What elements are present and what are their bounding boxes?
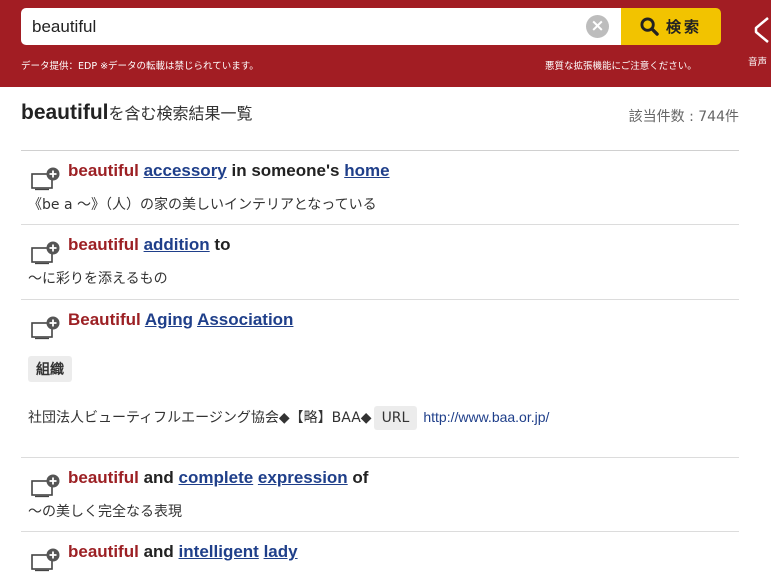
entry-title: beautiful accessory in someone's home <box>68 161 390 181</box>
entry-title: beautiful and intelligent lady <box>68 542 298 562</box>
results-keyword: beautiful <box>21 101 109 124</box>
search-button[interactable]: 検索 <box>621 8 721 45</box>
add-to-wordbook-icon[interactable] <box>31 241 61 265</box>
title-text: to <box>214 235 231 254</box>
entry-title: beautiful addition to <box>68 235 230 255</box>
entry-description: ～に彩りを添えるもの <box>28 271 168 287</box>
result-count: 該当件数 : 744件 <box>628 109 739 125</box>
title-text: and <box>143 468 174 487</box>
url-link[interactable]: http://www.baa.or.jp/ <box>423 409 549 425</box>
extension-warning-link[interactable]: 悪質な拡張機能にご注意ください。 <box>545 58 697 72</box>
title-word-link[interactable]: addition <box>144 235 210 254</box>
entry-title: beautiful and complete expression of <box>68 468 368 488</box>
header-bar: × 検索 データ提供：EDP ※データの転載は禁じられています。 悪質な拡張機能… <box>0 0 771 87</box>
title-text: of <box>352 468 369 487</box>
title-keyword: beautiful <box>68 468 139 487</box>
result-entry: beautiful and intelligent lady <box>21 532 739 572</box>
title-word-link[interactable]: home <box>344 161 389 180</box>
add-to-wordbook-icon[interactable] <box>31 548 61 572</box>
add-to-wordbook-icon[interactable] <box>31 167 61 191</box>
result-entry: beautiful accessory in someone's home 《b… <box>21 151 739 225</box>
title-word-link[interactable]: complete <box>179 468 254 487</box>
title-word-link[interactable]: lady <box>264 542 298 561</box>
speaker-icon <box>754 17 769 43</box>
title-word-link[interactable]: accessory <box>144 161 227 180</box>
description-text: 社団法人ビューティフルエージング協会◆【略】BAA◆ <box>28 410 372 426</box>
title-keyword: beautiful <box>68 235 139 254</box>
results-header: beautifulを含む検索結果一覧 該当件数 : 744件 <box>21 100 739 132</box>
url-badge: URL <box>373 406 418 430</box>
entry-title: Beautiful Aging Association <box>68 310 293 330</box>
add-to-wordbook-icon[interactable] <box>31 474 61 498</box>
entry-description: 《be a ～》（人）の家の美しいインテリアとなっている <box>28 197 377 213</box>
title-keyword: beautiful <box>68 542 139 561</box>
title-keyword: Beautiful <box>68 310 141 329</box>
title-keyword: beautiful <box>68 161 139 180</box>
category-tag: 組織 <box>28 356 72 382</box>
result-entry: beautiful addition to ～に彩りを添えるもの <box>21 225 739 300</box>
entry-description: ～の美しく完全なる表現 <box>28 504 182 520</box>
entry-description: 社団法人ビューティフルエージング協会◆【略】BAA◆ URL http://www.… <box>28 406 549 430</box>
results-heading-suffix: を含む検索結果一覧 <box>108 104 253 123</box>
add-to-wordbook-icon[interactable] <box>31 316 61 340</box>
title-text: and <box>143 542 174 561</box>
search-input[interactable] <box>21 8 581 45</box>
title-text: in someone's <box>231 161 340 180</box>
audio-tool[interactable]: 音声 <box>748 14 771 74</box>
result-entry: beautiful and complete expression of ～の美… <box>21 458 739 532</box>
audio-label: 音声 <box>748 57 768 68</box>
title-word-link[interactable]: Aging <box>145 310 193 329</box>
data-source-note: データ提供：EDP ※データの転載は禁じられています。 <box>21 61 259 72</box>
search-icon <box>640 17 659 36</box>
search-box: × <box>21 8 621 45</box>
clear-search-icon[interactable]: × <box>586 15 609 38</box>
title-word-link[interactable]: Association <box>197 310 293 329</box>
title-word-link[interactable]: intelligent <box>179 542 259 561</box>
result-entry: Beautiful Aging Association 組織 社団法人ビューティ… <box>21 300 739 458</box>
search-button-label: 検索 <box>665 18 702 36</box>
title-word-link[interactable]: expression <box>258 468 348 487</box>
